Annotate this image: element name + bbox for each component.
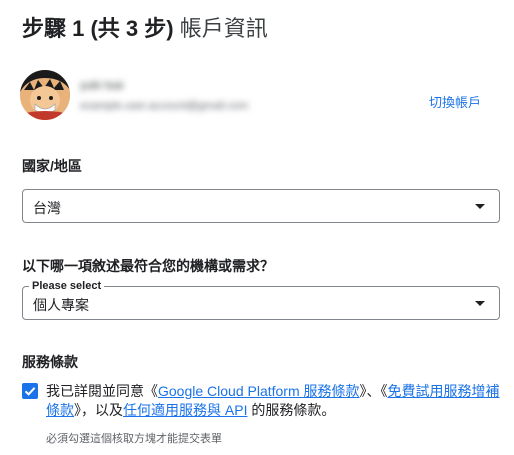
- country-select[interactable]: 台灣: [22, 189, 500, 223]
- account-row: yuki tsai example.user.account@gmail.com…: [20, 70, 500, 122]
- section-title: 帳戶資訊: [179, 16, 268, 41]
- terms-text-after: 的服務條款。: [247, 402, 336, 418]
- account-email: example.user.account@gmail.com: [80, 100, 249, 112]
- terms-text: 我已詳閱並同意《Google Cloud Platform 服務條款》、《免費試…: [46, 382, 506, 420]
- terms-text-before: 我已詳閱並同意《: [46, 383, 158, 399]
- needs-select-value: 個人專案: [33, 297, 89, 313]
- account-name: yuki tsai: [80, 78, 124, 92]
- dropdown-arrow-icon: [475, 301, 485, 306]
- page-title: 步驟 1 (共 3 步) 帳戶資訊: [22, 14, 268, 44]
- account-details: yuki tsai example.user.account@gmail.com: [80, 78, 248, 114]
- switch-account-link[interactable]: 切換帳戶: [429, 92, 481, 111]
- terms-text-mid1: 》、《: [359, 383, 388, 399]
- country-label: 國家/地區: [22, 158, 82, 174]
- step-indicator: 步驟 1 (共 3 步): [22, 16, 174, 41]
- checkbox-required-hint: 必須勾選這個核取方塊才能提交表單: [46, 433, 222, 445]
- terms-heading: 服務條款: [22, 354, 78, 370]
- needs-select[interactable]: Please select 個人專案: [22, 279, 500, 320]
- dropdown-arrow-icon: [475, 204, 485, 209]
- gcp-terms-link[interactable]: Google Cloud Platform 服務條款: [158, 383, 360, 399]
- service-api-terms-link[interactable]: 任何適用服務與 API: [123, 402, 247, 418]
- avatar-image: [20, 70, 70, 120]
- terms-checkbox[interactable]: [22, 383, 38, 399]
- terms-text-mid2: 》，以及: [74, 402, 123, 418]
- checkmark-icon: [24, 387, 36, 396]
- avatar: [20, 70, 70, 120]
- country-select-value: 台灣: [33, 200, 61, 216]
- needs-label: 以下哪一項敘述最符合您的機構或需求？: [22, 258, 274, 274]
- needs-select-floating-label: Please select: [29, 279, 105, 293]
